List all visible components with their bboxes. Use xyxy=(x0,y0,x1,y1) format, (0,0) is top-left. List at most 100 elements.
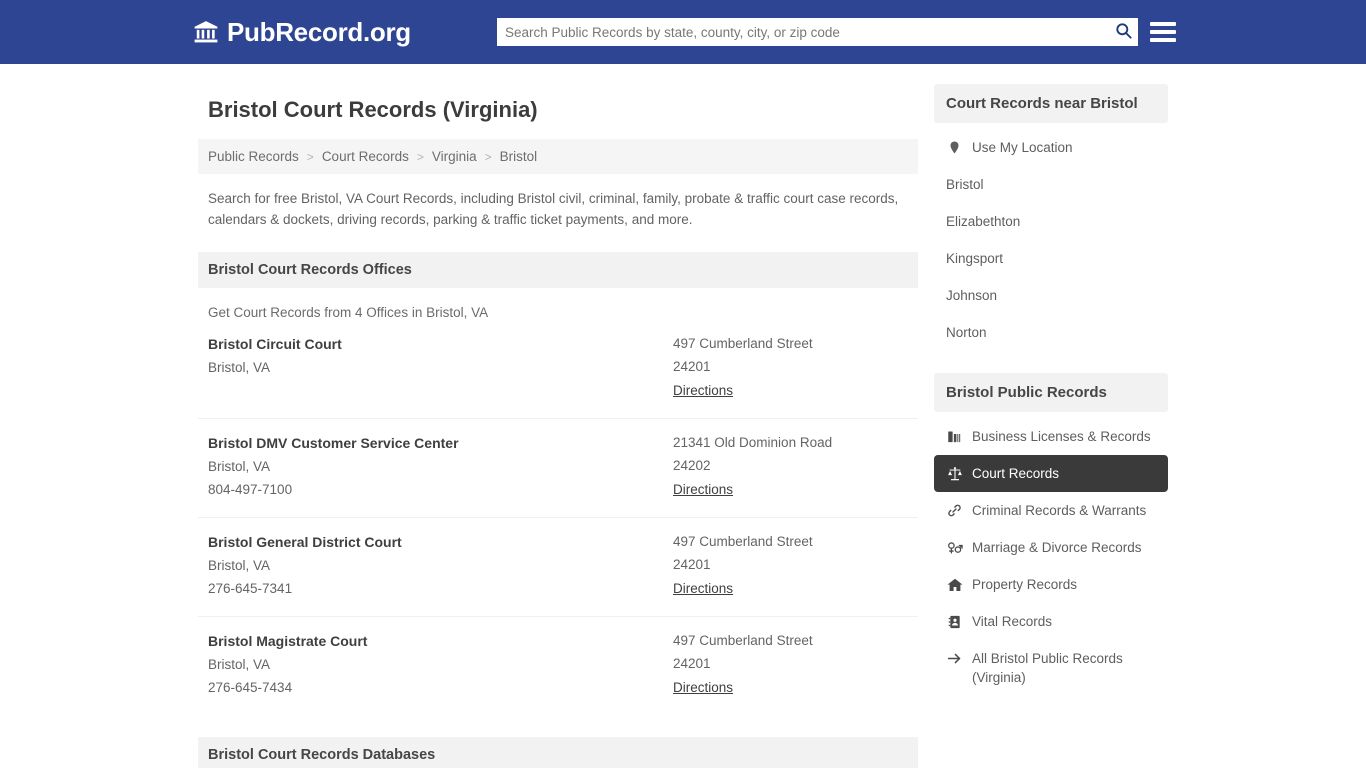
sidebar-item-vital-records[interactable]: Vital Records xyxy=(934,603,1168,640)
office-name: Bristol Circuit Court xyxy=(208,336,342,352)
sidebar-item-label: Use My Location xyxy=(972,140,1073,155)
sidebar-item-elizabethton[interactable]: Elizabethton xyxy=(934,203,1168,240)
site-header: PubRecord.org xyxy=(0,0,1366,64)
office-info: Bristol General District Court Bristol, … xyxy=(208,534,673,598)
sidebar-item-label: Criminal Records & Warrants xyxy=(972,503,1147,518)
sidebar-item-label: Elizabethton xyxy=(946,214,1021,229)
home-icon xyxy=(946,575,963,594)
sidebar: Court Records near Bristol Use My Locati… xyxy=(934,84,1168,768)
sidebar-item-label: Court Records xyxy=(972,466,1060,481)
office-address: 497 Cumberland Street 24201 Directions xyxy=(673,534,908,598)
search-icon xyxy=(1114,21,1133,43)
scales-icon xyxy=(946,464,963,483)
sidebar-item-property-records[interactable]: Property Records xyxy=(934,566,1168,603)
office-address: 497 Cumberland Street 24201 Directions xyxy=(673,336,908,400)
breadcrumb-separator-icon: > xyxy=(484,149,492,164)
sidebar-item-all-public-records[interactable]: All Bristol Public Records (Virginia) xyxy=(934,640,1168,696)
offices-section-heading: Bristol Court Records Offices xyxy=(198,252,918,288)
sidebar-item-criminal-records[interactable]: Criminal Records & Warrants xyxy=(934,492,1168,529)
office-city: Bristol, VA xyxy=(208,459,271,474)
sidebar-item-norton[interactable]: Norton xyxy=(934,314,1168,351)
office-city: Bristol, VA xyxy=(208,657,271,672)
office-phone: 804-497-7100 xyxy=(208,482,293,497)
search-bar[interactable] xyxy=(497,18,1138,46)
sidebar-public-records-heading: Bristol Public Records xyxy=(934,373,1168,412)
breadcrumb: Public Records > Court Records > Virgini… xyxy=(198,139,918,174)
office-row: Bristol DMV Customer Service Center Bris… xyxy=(198,419,918,518)
office-info: Bristol DMV Customer Service Center Bris… xyxy=(208,435,673,499)
breadcrumb-item-public-records[interactable]: Public Records xyxy=(208,149,299,164)
sidebar-nearby-heading: Court Records near Bristol xyxy=(934,84,1168,123)
brand-name: PubRecord.org xyxy=(227,16,411,47)
office-row: Bristol Magistrate Court Bristol, VA 276… xyxy=(198,617,918,715)
breadcrumb-item-virginia[interactable]: Virginia xyxy=(432,149,477,164)
sidebar-item-court-records[interactable]: Court Records xyxy=(934,455,1168,492)
office-city: Bristol, VA xyxy=(208,558,271,573)
office-zip: 24202 xyxy=(673,458,711,473)
office-zip: 24201 xyxy=(673,359,711,374)
gender-icon xyxy=(946,538,963,557)
office-street: 21341 Old Dominion Road xyxy=(673,435,833,450)
breadcrumb-separator-icon: > xyxy=(416,149,424,164)
main-content: Bristol Court Records (Virginia) Public … xyxy=(198,84,918,768)
sidebar-item-use-my-location[interactable]: Use My Location xyxy=(934,129,1168,166)
directions-link[interactable]: Directions xyxy=(673,482,733,497)
site-logo[interactable]: PubRecord.org xyxy=(193,17,411,48)
office-row: Bristol General District Court Bristol, … xyxy=(198,518,918,617)
hamburger-bar xyxy=(1150,30,1176,34)
sidebar-item-label: All Bristol Public Records (Virginia) xyxy=(972,651,1123,685)
office-phone: 276-645-7434 xyxy=(208,680,293,695)
office-street: 497 Cumberland Street xyxy=(673,534,813,549)
page-intro-text: Search for free Bristol, VA Court Record… xyxy=(208,191,899,227)
office-address: 21341 Old Dominion Road 24202 Directions xyxy=(673,435,908,499)
page-title: Bristol Court Records (Virginia) xyxy=(208,97,538,122)
search-button[interactable] xyxy=(1108,18,1138,46)
sidebar-nearby-list: Use My Location Bristol Elizabethton Kin… xyxy=(934,129,1168,351)
sidebar-item-label: Kingsport xyxy=(946,251,1004,266)
sidebar-item-label: Vital Records xyxy=(972,614,1053,629)
office-address: 497 Cumberland Street 24201 Directions xyxy=(673,633,908,697)
office-zip: 24201 xyxy=(673,557,711,572)
office-zip: 24201 xyxy=(673,656,711,671)
databases-section-heading: Bristol Court Records Databases xyxy=(198,737,918,768)
sidebar-item-marriage-divorce[interactable]: Marriage & Divorce Records xyxy=(934,529,1168,566)
sidebar-item-kingsport[interactable]: Kingsport xyxy=(934,240,1168,277)
office-info: Bristol Magistrate Court Bristol, VA 276… xyxy=(208,633,673,697)
office-name: Bristol Magistrate Court xyxy=(208,633,368,649)
office-street: 497 Cumberland Street xyxy=(673,336,813,351)
sidebar-item-label: Marriage & Divorce Records xyxy=(972,540,1142,555)
offices-section-subheading: Get Court Records from 4 Offices in Bris… xyxy=(208,305,489,320)
office-city: Bristol, VA xyxy=(208,360,271,375)
hamburger-bar xyxy=(1150,22,1176,26)
sidebar-item-label: Norton xyxy=(946,325,987,340)
office-street: 497 Cumberland Street xyxy=(673,633,813,648)
sidebar-item-label: Business Licenses & Records xyxy=(972,429,1151,444)
sidebar-item-label: Johnson xyxy=(946,288,998,303)
breadcrumb-item-bristol[interactable]: Bristol xyxy=(500,149,538,164)
breadcrumb-item-court-records[interactable]: Court Records xyxy=(322,149,409,164)
bank-icon xyxy=(193,19,219,45)
hamburger-icon[interactable] xyxy=(1150,18,1176,46)
sidebar-item-business-licenses[interactable]: Business Licenses & Records xyxy=(934,418,1168,455)
directions-link[interactable]: Directions xyxy=(673,581,733,596)
contact-card-icon xyxy=(946,612,963,631)
search-input[interactable] xyxy=(497,19,1108,45)
page-body: Bristol Court Records (Virginia) Public … xyxy=(0,64,1366,768)
sidebar-item-bristol[interactable]: Bristol xyxy=(934,166,1168,203)
sidebar-item-johnson[interactable]: Johnson xyxy=(934,277,1168,314)
office-info: Bristol Circuit Court Bristol, VA xyxy=(208,336,673,400)
office-row: Bristol Circuit Court Bristol, VA 497 Cu… xyxy=(198,320,918,419)
building-icon xyxy=(946,427,963,446)
sidebar-public-records-list: Business Licenses & Records Court Record… xyxy=(934,418,1168,696)
office-phone: 276-645-7341 xyxy=(208,581,293,596)
map-pin-icon xyxy=(946,138,963,157)
office-name: Bristol DMV Customer Service Center xyxy=(208,435,459,451)
sidebar-item-label: Property Records xyxy=(972,577,1078,592)
directions-link[interactable]: Directions xyxy=(673,680,733,695)
breadcrumb-separator-icon: > xyxy=(306,149,314,164)
directions-link[interactable]: Directions xyxy=(673,383,733,398)
link-icon xyxy=(946,501,963,520)
arrow-right-icon xyxy=(946,649,963,668)
office-name: Bristol General District Court xyxy=(208,534,402,550)
hamburger-bar xyxy=(1150,38,1176,42)
